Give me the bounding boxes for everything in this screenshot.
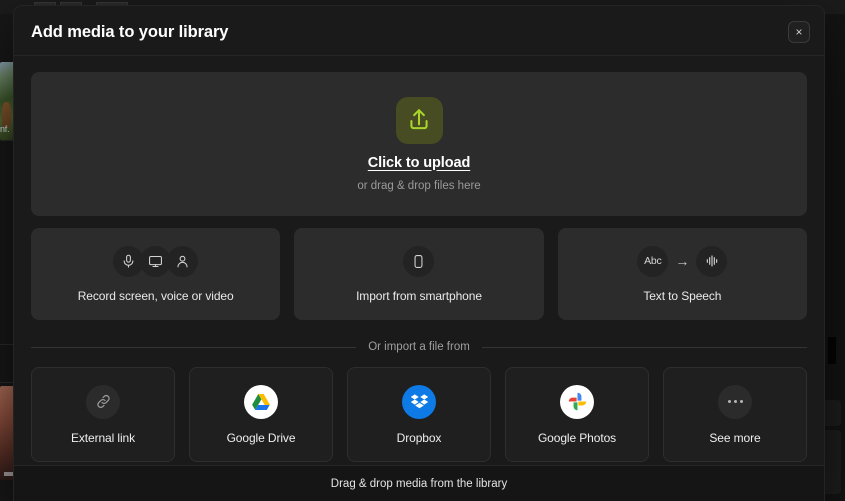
see-more-label: See more (709, 430, 761, 445)
waveform-icon (696, 245, 728, 277)
record-screen-label: Record screen, voice or video (77, 289, 234, 303)
dropbox-label: Dropbox (396, 430, 442, 445)
divider-label: Or import a file from (368, 341, 470, 353)
divider: Or import a file from (31, 341, 808, 353)
footer-hint-text: Drag & drop media from the library (330, 477, 508, 490)
record-icon-group (113, 245, 199, 277)
modal-body: Click to upload or drag & drop files her… (14, 56, 824, 462)
dropbox-icon (402, 384, 436, 419)
dropzone-subtitle: or drag & drop files here (357, 179, 481, 192)
ellipsis-icon (718, 384, 752, 419)
google-photos-card[interactable]: Google Photos (505, 367, 649, 462)
see-more-card[interactable]: See more (663, 367, 807, 462)
close-icon[interactable]: × (788, 21, 810, 43)
import-smartphone-card[interactable]: Import from smartphone (294, 228, 544, 320)
record-screen-card[interactable]: Record screen, voice or video (31, 228, 281, 320)
person-icon (167, 245, 199, 277)
google-drive-icon (244, 384, 278, 419)
text-to-speech-label: Text to Speech (643, 289, 722, 303)
page-title: Add media to your library (31, 23, 229, 41)
external-link-label: External link (70, 430, 136, 445)
google-drive-label: Google Drive (226, 430, 296, 445)
text-to-speech-card[interactable]: Abc → Text to Speech (557, 228, 807, 320)
google-photos-label: Google Photos (537, 430, 617, 445)
dropbox-card[interactable]: Dropbox (347, 367, 491, 462)
google-drive-card[interactable]: Google Drive (189, 367, 333, 462)
abc-icon-label: Abc (644, 255, 662, 267)
modal-header: Add media to your library × (14, 6, 824, 56)
smartphone-icon (403, 245, 435, 277)
click-to-upload-link[interactable]: Click to upload (368, 155, 471, 171)
abc-icon: Abc (637, 245, 669, 277)
external-link-card[interactable]: External link (31, 367, 175, 462)
tts-icon-group: Abc → (637, 245, 728, 277)
upload-dropzone[interactable]: Click to upload or drag & drop files her… (31, 72, 807, 216)
upload-arrow-icon (395, 96, 443, 144)
divider-rule-left (31, 346, 357, 348)
smartphone-icon-group (403, 245, 435, 277)
arrow-right-icon: → (675, 253, 690, 269)
service-card-row: External link Google Drive Dropbox Googl… (31, 367, 807, 462)
google-photos-icon (560, 384, 594, 419)
divider-rule-right (481, 346, 808, 348)
import-smartphone-label: Import from smartphone (356, 289, 482, 303)
add-media-modal: Add media to your library × Click to upl… (14, 6, 824, 501)
link-icon (86, 384, 120, 419)
modal-footer: Drag & drop media from the library (14, 465, 824, 501)
action-card-row: Record screen, voice or video Import fro… (31, 228, 807, 320)
